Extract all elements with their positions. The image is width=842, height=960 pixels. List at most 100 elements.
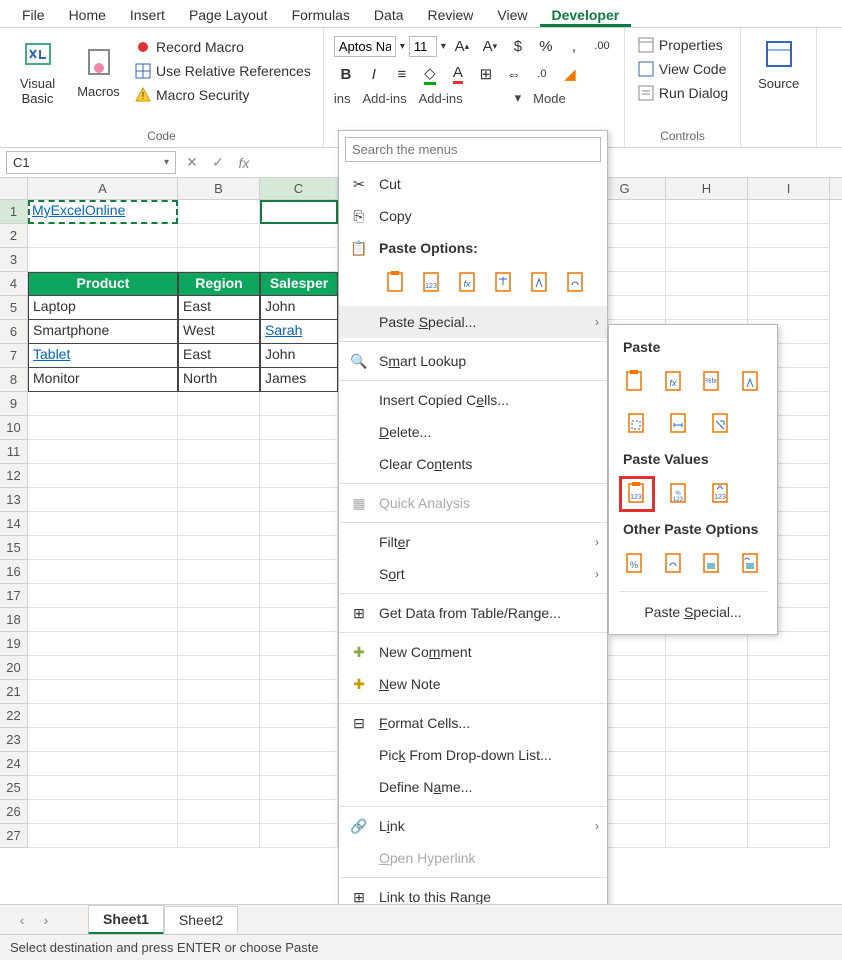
cell[interactable]: [28, 824, 178, 848]
cell[interactable]: [28, 464, 178, 488]
cell[interactable]: [748, 248, 830, 272]
font-color-button[interactable]: A: [446, 62, 470, 86]
paste-keep-source-fmt-icon[interactable]: [735, 364, 768, 400]
borders-button[interactable]: ⊞: [474, 62, 498, 86]
cell[interactable]: [260, 800, 338, 824]
sheet-tab-1[interactable]: Sheet1: [88, 905, 164, 935]
cell[interactable]: John: [260, 296, 338, 320]
cell[interactable]: [260, 512, 338, 536]
paste-values-srcfmt-icon[interactable]: 123: [703, 476, 739, 512]
row-header[interactable]: 26: [0, 800, 28, 824]
enter-formula-icon[interactable]: ✓: [208, 154, 228, 171]
cell[interactable]: [260, 656, 338, 680]
cell[interactable]: Salesper: [260, 272, 338, 296]
format-cells-menu-item[interactable]: ⊟Format Cells...: [339, 707, 607, 739]
italic-button[interactable]: I: [362, 62, 386, 86]
cell[interactable]: [28, 416, 178, 440]
row-header[interactable]: 20: [0, 656, 28, 680]
cell[interactable]: [260, 392, 338, 416]
cell[interactable]: Product: [28, 272, 178, 296]
cell[interactable]: [178, 392, 260, 416]
cell[interactable]: [178, 248, 260, 272]
row-header[interactable]: 1: [0, 200, 28, 224]
link-menu-item[interactable]: 🔗Link›: [339, 810, 607, 842]
view-code-button[interactable]: View Code: [635, 58, 730, 80]
cell[interactable]: [178, 536, 260, 560]
cell[interactable]: [178, 416, 260, 440]
col-header-A[interactable]: A: [28, 178, 178, 199]
use-relative-button[interactable]: Use Relative References: [132, 60, 313, 82]
row-header[interactable]: 24: [0, 752, 28, 776]
cell[interactable]: [28, 776, 178, 800]
cell[interactable]: [260, 248, 338, 272]
cell[interactable]: [748, 776, 830, 800]
cell[interactable]: West: [178, 320, 260, 344]
paste-values-only-icon[interactable]: 123: [619, 476, 655, 512]
cell[interactable]: John: [260, 344, 338, 368]
row-header[interactable]: 6: [0, 320, 28, 344]
cell[interactable]: [748, 752, 830, 776]
row-header[interactable]: 22: [0, 704, 28, 728]
cell[interactable]: [748, 728, 830, 752]
properties-button[interactable]: Properties: [635, 34, 730, 56]
cell[interactable]: Monitor: [28, 368, 178, 392]
col-header-C[interactable]: C: [260, 178, 338, 199]
pick-dropdown-menu-item[interactable]: Pick From Drop-down List...: [339, 739, 607, 771]
cell[interactable]: [666, 296, 748, 320]
sort-menu-item[interactable]: Sort›: [339, 558, 607, 590]
cell[interactable]: [748, 824, 830, 848]
cell[interactable]: [28, 488, 178, 512]
paste-formulas-icon[interactable]: fx: [658, 364, 691, 400]
cell[interactable]: [748, 680, 830, 704]
tab-developer[interactable]: Developer: [540, 3, 632, 27]
cell[interactable]: [260, 752, 338, 776]
cell[interactable]: James: [260, 368, 338, 392]
cell[interactable]: [260, 632, 338, 656]
select-all-corner[interactable]: [0, 178, 28, 199]
paste-formulas-icon[interactable]: fx: [453, 268, 483, 298]
tab-review[interactable]: Review: [416, 3, 486, 27]
cell[interactable]: [748, 800, 830, 824]
cell[interactable]: [28, 632, 178, 656]
filter-menu-item[interactable]: Filter›: [339, 526, 607, 558]
row-header[interactable]: 2: [0, 224, 28, 248]
cell[interactable]: [178, 488, 260, 512]
cell[interactable]: [28, 728, 178, 752]
cell[interactable]: [666, 632, 748, 656]
cell[interactable]: East: [178, 344, 260, 368]
cell[interactable]: [260, 488, 338, 512]
col-header-H[interactable]: H: [666, 178, 748, 199]
cell[interactable]: Tablet: [28, 344, 178, 368]
sheet-prev-button[interactable]: ‹: [10, 912, 34, 928]
row-header[interactable]: 15: [0, 536, 28, 560]
cell[interactable]: [666, 800, 748, 824]
row-header[interactable]: 9: [0, 392, 28, 416]
cell[interactable]: [178, 224, 260, 248]
menu-search-input[interactable]: [345, 137, 601, 162]
cell[interactable]: [666, 248, 748, 272]
cell[interactable]: [178, 632, 260, 656]
row-header[interactable]: 25: [0, 776, 28, 800]
tab-formulas[interactable]: Formulas: [280, 3, 362, 27]
cell[interactable]: [178, 464, 260, 488]
cell[interactable]: [28, 248, 178, 272]
cell[interactable]: North: [178, 368, 260, 392]
currency-icon[interactable]: $: [506, 34, 530, 58]
paste-formatting-only-icon[interactable]: %: [619, 546, 652, 582]
paste-values-123-icon[interactable]: 123: [417, 268, 447, 298]
row-header[interactable]: 27: [0, 824, 28, 848]
insert-copied-menu-item[interactable]: Insert Copied Cells...: [339, 384, 607, 416]
row-header[interactable]: 10: [0, 416, 28, 440]
paste-linked-picture-icon[interactable]: [735, 546, 768, 582]
merge-button[interactable]: ⇔: [502, 62, 526, 86]
cell[interactable]: Smartphone: [28, 320, 178, 344]
increase-font-icon[interactable]: A▴: [450, 34, 474, 58]
cell[interactable]: [748, 656, 830, 680]
cell[interactable]: [178, 608, 260, 632]
paste-all-icon[interactable]: [619, 364, 652, 400]
row-header[interactable]: 8: [0, 368, 28, 392]
visual-basic-button[interactable]: Visual Basic: [10, 34, 65, 108]
cell[interactable]: [748, 224, 830, 248]
paste-values-numfmt-icon[interactable]: %123: [661, 476, 697, 512]
cell[interactable]: [178, 584, 260, 608]
